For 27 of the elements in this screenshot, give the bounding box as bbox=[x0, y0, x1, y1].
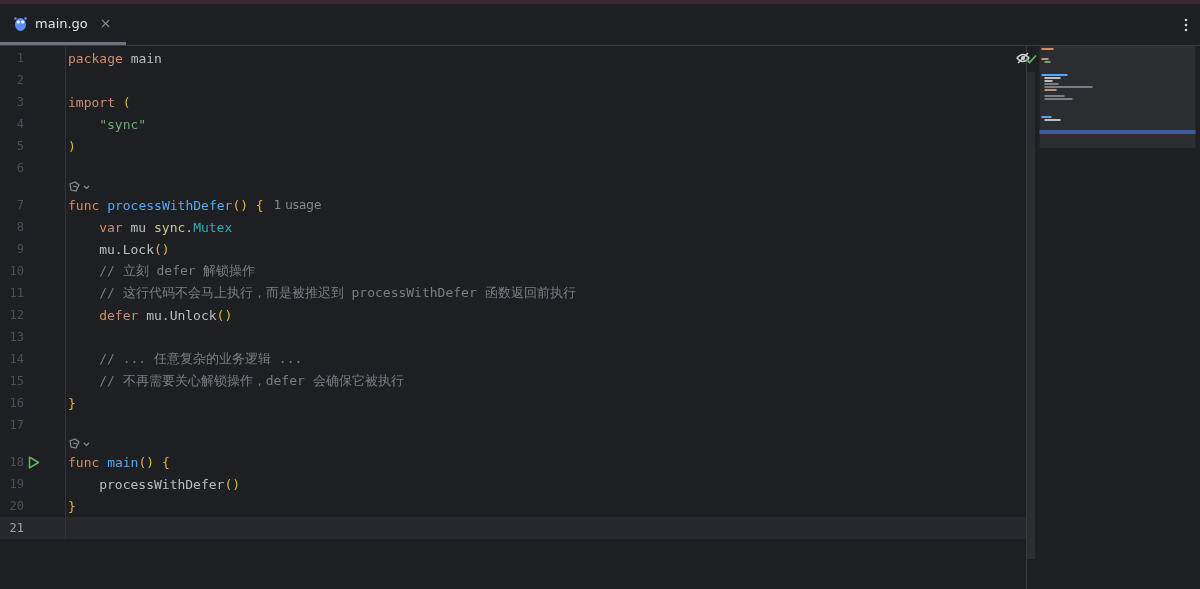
code-line: mu.Lock() bbox=[98, 241, 170, 257]
code-line: defer mu.Unlock() bbox=[98, 307, 233, 323]
code-line: import ( bbox=[67, 94, 131, 110]
code-line: // ... 任意复杂的业务逻辑 ... bbox=[98, 350, 303, 368]
usage-hint[interactable]: 1 usage bbox=[273, 198, 322, 212]
line-number: 21 bbox=[8, 521, 24, 535]
code-line: ) bbox=[67, 138, 76, 154]
gopher-icon bbox=[14, 15, 27, 31]
eye-slash-icon[interactable] bbox=[1016, 52, 1030, 64]
code-vision-icon[interactable] bbox=[68, 437, 92, 450]
check-icon bbox=[1025, 54, 1037, 64]
code-line: func processWithDefer() { bbox=[67, 197, 264, 213]
code-line: } bbox=[67, 498, 76, 514]
code-line: processWithDefer() bbox=[98, 476, 241, 492]
scrollbar[interactable] bbox=[1027, 72, 1035, 559]
run-icon[interactable] bbox=[28, 455, 40, 469]
code-vision-icon[interactable] bbox=[68, 180, 92, 193]
code-line: // 不再需要关心解锁操作，defer 会确保它被执行 bbox=[98, 372, 404, 390]
more-menu-icon[interactable] bbox=[1184, 17, 1188, 32]
code-line: "sync" bbox=[98, 116, 147, 132]
file-tab[interactable]: main.go × bbox=[0, 4, 126, 45]
code-line: // 这行代码不会马上执行，而是被推迟到 processWithDefer 函数返回前执行 bbox=[98, 284, 576, 302]
code-line: var mu sync.Mutex bbox=[98, 219, 233, 235]
code-line: package main bbox=[67, 50, 162, 66]
code-line: // 立刻 defer 解锁操作 bbox=[98, 262, 256, 280]
code-line: } bbox=[67, 395, 76, 411]
code-line: func main() { bbox=[67, 454, 170, 470]
